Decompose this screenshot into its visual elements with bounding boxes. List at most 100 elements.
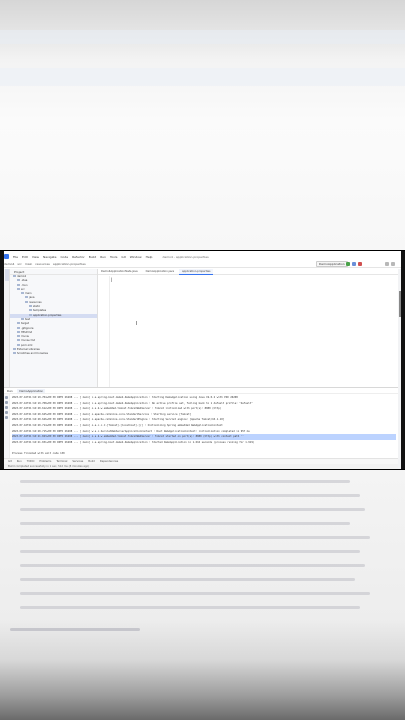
tree-item-label: HELP.md (21, 330, 33, 334)
blurred-text-line (20, 578, 355, 581)
menu-item-git[interactable]: Git (121, 255, 125, 259)
intellij-ide-window: File Edit View Navigate Code Refactor Build Run… (0, 250, 405, 470)
folder-icon (13, 275, 16, 277)
folder-icon (29, 313, 32, 316)
tree-item-label: mvnw.cmd (21, 339, 36, 343)
folder-icon (21, 292, 24, 295)
folder-icon (17, 279, 20, 282)
folder-icon (25, 296, 28, 299)
tree-item-label: src (21, 287, 25, 291)
blurred-text-line (20, 508, 365, 511)
menu-bar: File Edit View Navigate Code Refactor Build Run… (4, 253, 401, 260)
breadcrumb-item[interactable]: src (17, 262, 21, 266)
menu-item-edit[interactable]: Edit (22, 255, 28, 259)
folder-icon (21, 317, 24, 320)
menu-item-build[interactable]: Build (89, 255, 97, 259)
menu-item-tools[interactable]: Tools (110, 255, 117, 259)
run-label: Run: (7, 388, 14, 393)
menu-item-view[interactable]: View (32, 255, 39, 259)
stop-icon[interactable] (358, 262, 362, 266)
tree-item[interactable]: Scratches and Consoles (10, 352, 97, 356)
folder-icon (25, 300, 28, 303)
tool-window-run[interactable]: Run (17, 460, 22, 463)
editor-tab[interactable]: DemoApplication.java (143, 269, 177, 275)
tool-window-problems[interactable]: Problems (39, 460, 51, 463)
console-output[interactable]: 2023-07-16T21:16:19.704+05:30 INFO 26208… (12, 395, 396, 457)
breadcrumb-item[interactable]: demo4 (4, 262, 14, 266)
tree-item-label: .gitignore (21, 326, 34, 330)
breadcrumb-item[interactable]: main (25, 262, 33, 266)
folder-icon (17, 322, 20, 325)
menu-item-navigate[interactable]: Navigate (43, 255, 56, 259)
folder-icon (13, 348, 16, 351)
tool-window-dependencies[interactable]: Dependencies (100, 460, 118, 463)
window-title: demo4 - application.properties (162, 254, 209, 259)
blurred-text-line (20, 522, 350, 525)
folder-icon (13, 352, 16, 355)
tree-item-label: target (21, 322, 29, 326)
project-panel: Project demo4 .idea .mvn src main java resourc… (10, 269, 98, 404)
folder-icon (17, 283, 20, 286)
tree-item-label: .mvn (21, 283, 28, 287)
blurred-text-line (20, 550, 360, 553)
console-scrollbar[interactable] (399, 291, 401, 317)
rerun-icon[interactable] (5, 396, 8, 399)
stop-run-icon[interactable] (5, 401, 8, 404)
tree-item-label: java (29, 296, 35, 300)
tool-window-build[interactable]: Build (88, 460, 95, 463)
menu-item-file[interactable]: File (13, 255, 18, 259)
menu-item-run[interactable]: Run (100, 255, 106, 259)
tree-item-label: demo4 (17, 275, 27, 278)
blurred-toolbar (0, 30, 405, 44)
debug-icon[interactable] (352, 262, 356, 266)
tool-window-terminal[interactable]: Terminal (56, 460, 67, 463)
run-icon[interactable] (346, 262, 350, 266)
blurred-text-line (20, 494, 360, 497)
project-tool-button[interactable] (5, 269, 9, 281)
breadcrumb-item[interactable]: resources (35, 262, 50, 266)
editor-tab[interactable]: application.properties (179, 268, 214, 275)
blurred-text-line (20, 536, 370, 539)
menu-item-window[interactable]: Window (130, 255, 142, 259)
folder-icon (29, 305, 32, 308)
run-config-selector[interactable]: DemoApplication (316, 261, 348, 267)
search-icon[interactable] (385, 262, 389, 266)
run-panel: Run: DemoApplication 2023-07-16T21:16:19… (4, 387, 398, 458)
intellij-logo-icon (4, 254, 9, 259)
folder-icon (17, 287, 20, 290)
line-gutter (98, 276, 110, 404)
folder-icon (17, 339, 20, 342)
tool-window-services[interactable]: Services (72, 460, 83, 463)
tree-item-label: mvnw (21, 335, 29, 339)
scroll-to-end-icon[interactable] (5, 406, 8, 409)
tool-window-git[interactable]: Git (8, 460, 12, 463)
folder-icon (17, 343, 20, 346)
menu-item-refactor[interactable]: Refactor (72, 255, 85, 259)
blurred-text-line (20, 606, 360, 609)
folder-icon (17, 330, 20, 333)
settings-icon[interactable] (391, 262, 395, 266)
editor-tab[interactable]: Demo4ApplicationTests.java (98, 269, 141, 275)
tree-item-label: Scratches and Consoles (17, 352, 48, 356)
blurred-breadcrumb (0, 68, 405, 86)
window-edge-right (401, 251, 405, 469)
project-tree: demo4 .idea .mvn src main java resources static… (10, 275, 97, 357)
menu-item-code[interactable]: Code (60, 255, 68, 259)
tree-item-label: .idea (21, 279, 28, 283)
trash-icon[interactable] (5, 416, 8, 419)
run-tab[interactable]: DemoApplication (17, 388, 46, 393)
tree-item-label: templates (33, 309, 47, 313)
folder-icon (17, 326, 20, 329)
print-icon[interactable] (5, 411, 8, 414)
editor-tabs: Demo4ApplicationTests.java DemoApplicatio… (98, 268, 398, 275)
breadcrumb-item[interactable]: application.properties (53, 262, 86, 266)
folder-icon (17, 335, 20, 338)
tree-item-label: test (25, 317, 30, 321)
tree-item-label: main (25, 292, 32, 296)
editor-area[interactable]: Demo4ApplicationTests.java DemoApplicatio… (98, 268, 398, 404)
tree-item-label: static (33, 305, 41, 309)
menu-item-help[interactable]: Help (146, 255, 153, 259)
mouse-cursor-icon: I (136, 321, 138, 327)
tool-window-todo[interactable]: TODO (27, 460, 35, 463)
blurred-text-line (20, 592, 370, 595)
